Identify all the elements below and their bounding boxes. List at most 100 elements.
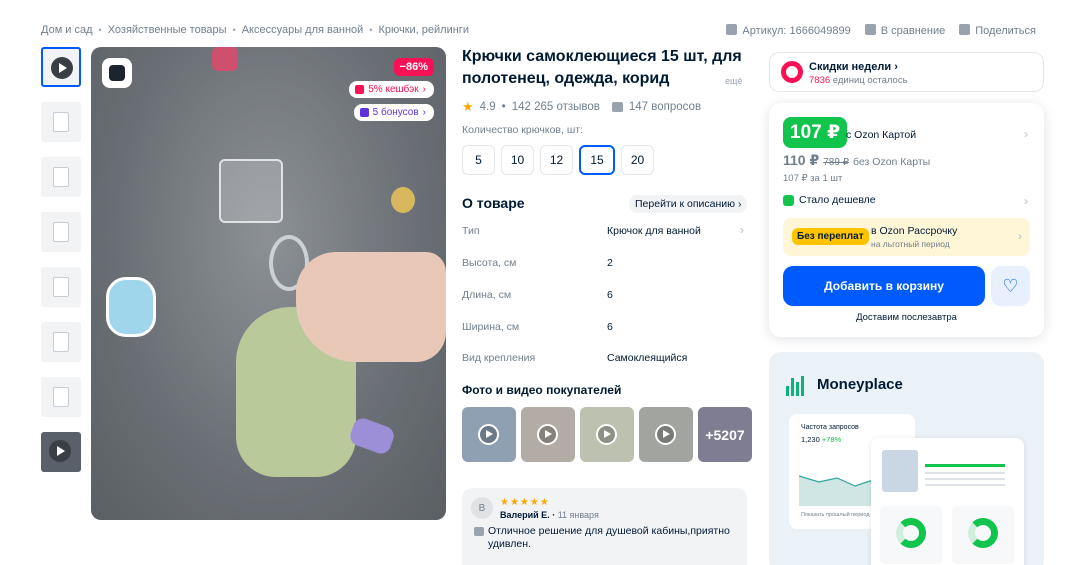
spec-key: Высота, см [462, 257, 517, 269]
heart-icon: ♡ [1002, 275, 1019, 296]
play-icon [596, 424, 617, 445]
thumbnail-image[interactable] [41, 102, 81, 142]
compare-button[interactable]: В сравнение [864, 24, 945, 37]
cashback-pill[interactable]: 5% кешбэк › [349, 81, 434, 98]
breadcrumb-separator: • [98, 25, 102, 35]
goto-description-button[interactable]: Перейти к описанию › [629, 195, 748, 213]
product-meta: Артикул: 1666049899 В сравнение Поделить… [726, 24, 1036, 37]
reviews-link[interactable]: 142 265 отзывов [512, 101, 600, 113]
installment-title: в Ozon Рассрочку [871, 225, 958, 237]
thumbnail-image[interactable] [41, 267, 81, 307]
rating-row: ★ 4.9 • 142 265 отзывов 147 вопросов [462, 99, 701, 115]
discount-badge: −86% [393, 58, 434, 76]
breadcrumb: Дом и сад • Хозяйственные товары • Аксес… [41, 24, 469, 36]
customer-video[interactable] [462, 407, 516, 462]
spec-row: Длина, см 6 [462, 289, 747, 301]
add-to-cart-button[interactable]: Добавить в корзину [783, 266, 985, 306]
customer-video[interactable] [521, 407, 575, 462]
thumbnail-image[interactable] [41, 157, 81, 197]
more-photos-button[interactable]: +5207 [698, 407, 752, 462]
breadcrumb-item[interactable]: Дом и сад [41, 24, 93, 36]
spec-key: Вид крепления [462, 352, 536, 364]
regular-price: 110 ₽ [783, 152, 820, 168]
sticker-decoration [106, 277, 156, 337]
customer-photos-heading: Фото и видео покупателей [462, 383, 622, 397]
breadcrumb-item[interactable]: Хозяйственные товары [108, 24, 227, 36]
ad-card-delta: +78% [821, 435, 842, 444]
chevron-right-icon[interactable]: › [1024, 194, 1028, 208]
review-author: Валерий Е. · 11 января [500, 510, 599, 520]
play-icon [655, 424, 676, 445]
spec-key: Длина, см [462, 289, 512, 301]
separator-dot: • [501, 101, 506, 113]
spec-value: Самоклеящийся [607, 352, 688, 364]
play-icon [537, 424, 558, 445]
chevron-right-icon: › [737, 198, 742, 210]
chevron-right-icon[interactable]: › [1024, 127, 1028, 141]
installment-banner[interactable]: Без переплат в Ozon Рассрочку на льготны… [783, 218, 1030, 256]
deals-title: Скидки недели › [809, 61, 898, 73]
weekly-deals-banner[interactable]: Скидки недели › 7836 единиц осталось [769, 52, 1044, 92]
avatar: В [471, 497, 493, 519]
installment-tag: Без переплат [792, 228, 869, 245]
title-more-link[interactable]: ещё [725, 76, 742, 86]
main-product-media[interactable]: −86% 5% кешбэк › 5 бонусов › [91, 47, 446, 520]
quantity-option-selected[interactable]: 15 [579, 145, 615, 175]
sticker-decoration [391, 187, 415, 213]
cashback-icon [355, 85, 365, 94]
spec-key: Ширина, см [462, 321, 520, 333]
visual-search-icon[interactable] [102, 58, 132, 88]
review-stars: ★★★★★ [500, 497, 550, 508]
quantity-options: 5 10 12 15 20 [462, 145, 654, 175]
moneyplace-ad[interactable]: Moneyplace Частота запросов 1,230 +78% П… [769, 352, 1044, 565]
chevron-right-icon: › [422, 107, 426, 118]
bonus-pill[interactable]: 5 бонусов › [353, 104, 434, 121]
play-icon [49, 440, 71, 462]
ad-report-card [871, 438, 1024, 565]
price-drop-label: Стало дешевле [799, 194, 876, 206]
customer-video[interactable] [580, 407, 634, 462]
questions-link[interactable]: 147 вопросов [629, 101, 701, 113]
article-label: Артикул: 1666049899 [742, 25, 851, 37]
breadcrumb-separator: • [232, 25, 236, 35]
price-drop-row[interactable]: Стало дешевле [783, 194, 876, 206]
thumbnail-image[interactable] [41, 212, 81, 252]
quantity-label: Количество крючков, шт: [462, 124, 583, 136]
spec-value[interactable]: Крючок для ванной [607, 225, 701, 237]
moneyplace-logo-icon [786, 374, 806, 396]
regular-price-row: 110 ₽ 789 ₽ без Ozon Карты [783, 152, 930, 169]
quantity-option[interactable]: 20 [621, 145, 654, 175]
regular-price-label: без Ozon Карты [853, 156, 931, 168]
spec-value: 6 [607, 289, 613, 301]
ad-product-photo [882, 450, 918, 492]
product-title: Крючки самоклеющиеся 15 шт, для полотене… [462, 48, 742, 87]
thumbnail-video[interactable] [41, 47, 81, 87]
deals-title-text: Скидки недели [809, 61, 892, 73]
unit-price: 107 ₽ за 1 шт [783, 173, 843, 184]
quantity-option[interactable]: 12 [540, 145, 573, 175]
hook-image [53, 387, 69, 407]
hook-image [53, 222, 69, 242]
thumbnail-image[interactable] [41, 377, 81, 417]
breadcrumb-item[interactable]: Крючки, рейлинги [378, 24, 469, 36]
thumbnail-video[interactable] [41, 432, 81, 472]
thumbnail-image[interactable] [41, 322, 81, 362]
customer-video[interactable] [639, 407, 693, 462]
spec-value: 2 [607, 257, 613, 269]
quantity-option[interactable]: 10 [501, 145, 534, 175]
spec-row: Ширина, см 6 [462, 321, 747, 333]
about-heading: О товаре [462, 195, 525, 211]
cashback-label: 5% кешбэк [368, 84, 419, 95]
quantity-option[interactable]: 5 [462, 145, 495, 175]
chevron-right-icon[interactable]: › [740, 223, 744, 237]
bonus-icon [359, 108, 369, 117]
article-button[interactable]: Артикул: 1666049899 [726, 24, 851, 37]
star-icon: ★ [462, 99, 474, 114]
hook-image [53, 277, 69, 297]
breadcrumb-item[interactable]: Аксессуары для ванной [242, 24, 364, 36]
share-button[interactable]: Поделиться [959, 24, 1036, 37]
thumbnail-list [41, 47, 81, 487]
hand [296, 252, 446, 362]
favorite-button[interactable]: ♡ [991, 266, 1030, 306]
chevron-right-icon: › [422, 84, 426, 95]
